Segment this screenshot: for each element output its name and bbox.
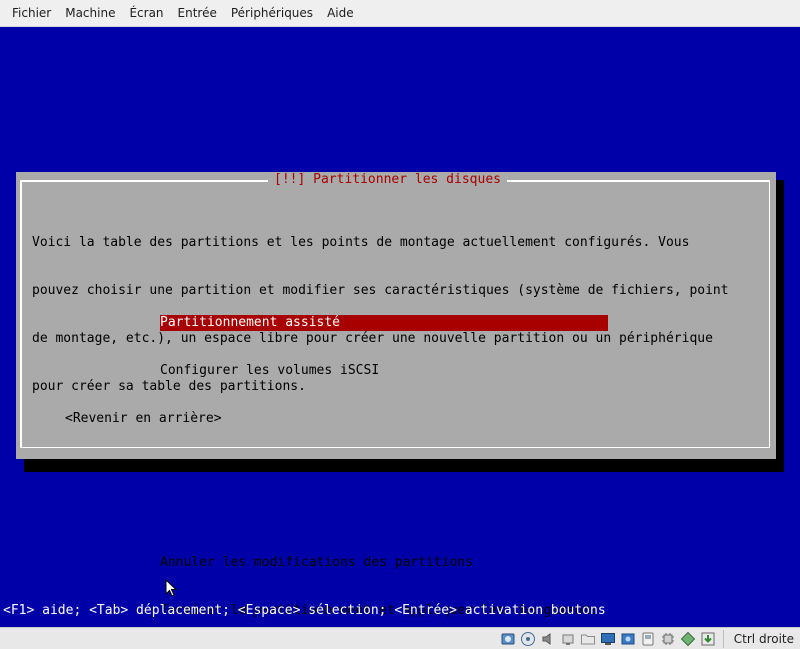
audio-icon[interactable] <box>539 630 557 648</box>
statusbar-separator <box>722 629 724 648</box>
guest-screen[interactable]: [!!] Partitionner les disques Voici la t… <box>0 27 800 627</box>
menu-peripheriques[interactable]: Périphériques <box>224 0 320 27</box>
usb-icon[interactable] <box>639 630 657 648</box>
download-icon[interactable] <box>699 630 717 648</box>
back-button[interactable]: <Revenir en arrière> <box>65 411 222 427</box>
dialog-title: [!!] Partitionner les disques <box>268 172 507 188</box>
network-icon[interactable] <box>559 630 577 648</box>
partition-dialog: [!!] Partitionner les disques Voici la t… <box>16 172 776 618</box>
optical-drive-icon[interactable] <box>519 630 537 648</box>
option-spacer <box>160 507 608 523</box>
menu-aide[interactable]: Aide <box>320 0 361 27</box>
mouse-pointer-icon <box>165 579 177 597</box>
option-spacer <box>160 411 608 427</box>
cpu-icon[interactable] <box>659 630 677 648</box>
mouse-integration-icon[interactable] <box>679 630 697 648</box>
partition-options-list: Partitionnement assisté Configurer les v… <box>160 283 608 627</box>
menu-ecran[interactable]: Écran <box>122 0 170 27</box>
host-menubar: Fichier Machine Écran Entrée Périphériqu… <box>0 0 800 27</box>
shared-folders-icon[interactable] <box>579 630 597 648</box>
host-key-label: Ctrl droite <box>733 631 794 646</box>
option-annuler-modifications[interactable]: Annuler les modifications des partitions <box>160 555 608 571</box>
option-configurer-iscsi[interactable]: Configurer les volumes iSCSI <box>160 363 608 379</box>
display-icon[interactable] <box>599 630 617 648</box>
hard-disk-icon[interactable] <box>499 630 517 648</box>
video-capture-icon[interactable] <box>619 630 637 648</box>
option-partitionnement-assiste[interactable]: Partitionnement assisté <box>160 315 608 331</box>
host-statusbar: Ctrl droite <box>0 627 800 649</box>
menu-machine[interactable]: Machine <box>58 0 122 27</box>
description-line: Voici la table des partitions et les poi… <box>32 235 690 250</box>
menu-entree[interactable]: Entrée <box>171 0 224 27</box>
menu-fichier[interactable]: Fichier <box>5 0 58 27</box>
option-disk-sda[interactable]: SCSI1 (0,0,0) (sda) - 8.6 GB ATA VBOX HA… <box>160 459 608 475</box>
keyboard-hint-bar: <F1> aide; <Tab> déplacement; <Espace> s… <box>3 603 606 618</box>
